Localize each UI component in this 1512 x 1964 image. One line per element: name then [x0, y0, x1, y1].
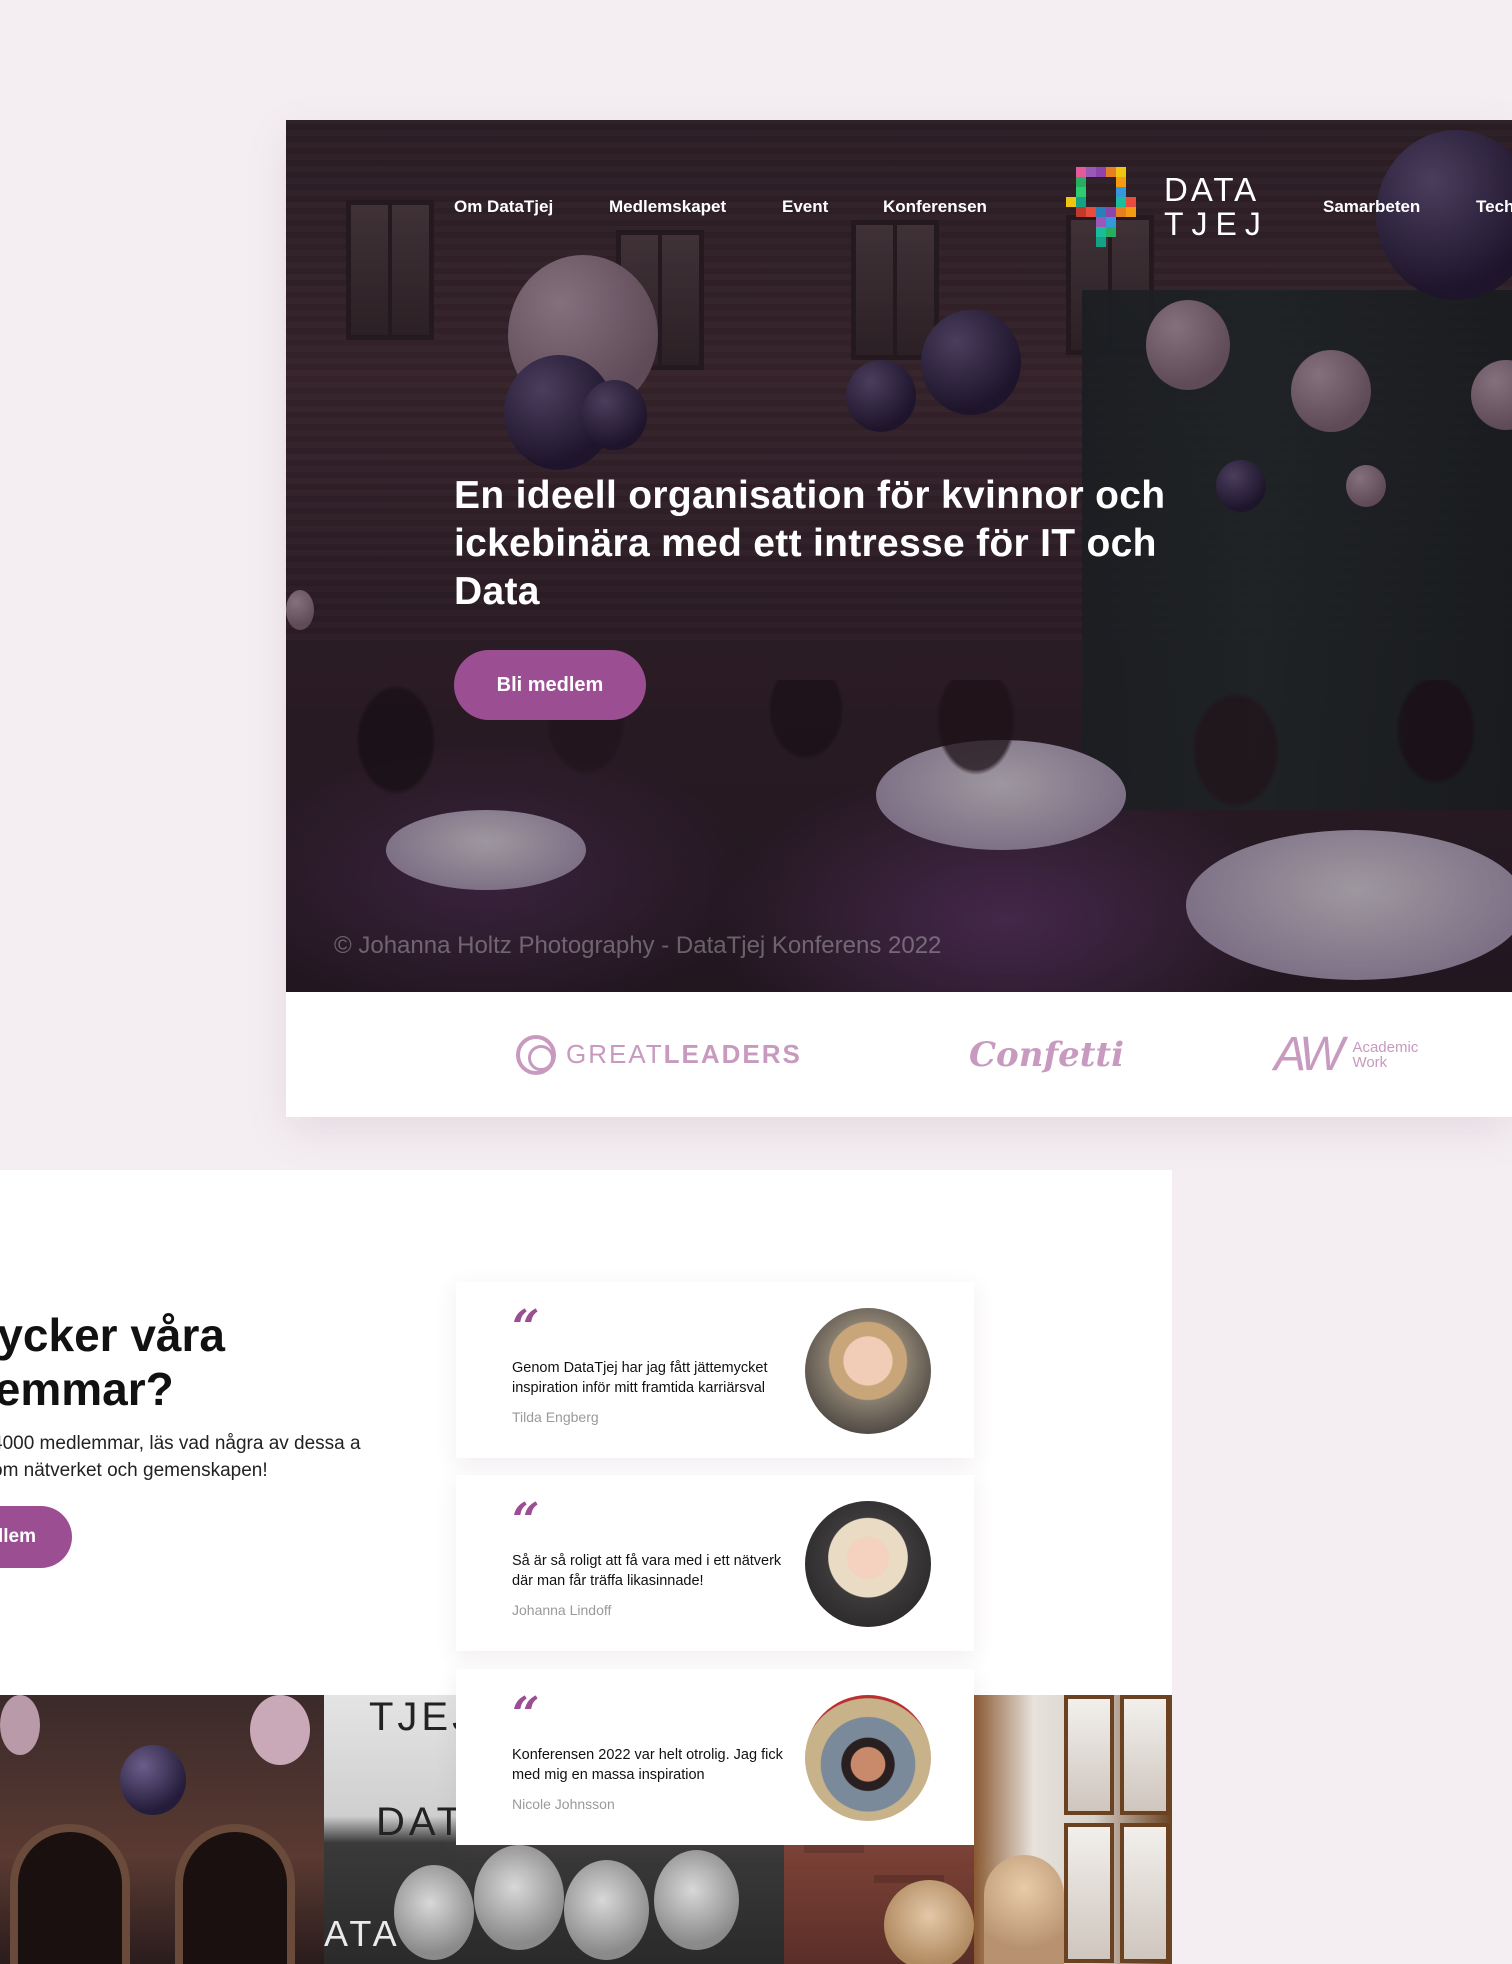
avatar	[805, 1308, 931, 1434]
greatleaders-icon	[516, 1034, 556, 1075]
testimonial-author: Nicole Johnsson	[512, 1796, 615, 1812]
pixel-logo-icon	[1066, 167, 1146, 247]
nav-item-medlemskapet[interactable]: Medlemskapet	[609, 197, 726, 217]
testimonial-text: Konferensen 2022 var helt otrolig. Jag f…	[512, 1747, 783, 1783]
members-join-button[interactable]: dlem	[0, 1506, 72, 1568]
hero-card: Om DataTjej Medlemskapet Event Konferens…	[286, 120, 1512, 1117]
nav-item-tech[interactable]: Tech	[1476, 197, 1512, 217]
nav-item-event[interactable]: Event	[782, 197, 828, 217]
hero-title: En ideell organisation för kvinnor och i…	[454, 474, 1166, 613]
testimonial-card: “ Genom DataTjej har jag fått jättemycke…	[456, 1282, 974, 1458]
hero-banner: Om DataTjej Medlemskapet Event Konferens…	[286, 120, 1512, 992]
gallery-image	[0, 1695, 324, 1964]
testimonial-author: Johanna Lindoff	[512, 1602, 612, 1618]
testimonial-card: “ Konferensen 2022 var helt otrolig. Jag…	[456, 1669, 974, 1845]
greatleaders-wordmark: GREATLEADERS	[566, 1039, 802, 1069]
testimonial-text: Så är så roligt att få vara med i ett nä…	[512, 1553, 782, 1589]
nav-item-samarbeten[interactable]: Samarbeten	[1323, 197, 1420, 217]
datatjej-logo[interactable]: DATA TJEJ	[1066, 167, 1261, 247]
quote-icon: “	[512, 1493, 540, 1549]
nav-item-om-datatjej[interactable]: Om DataTjej	[454, 197, 553, 217]
partner-confetti[interactable]: Confetti	[969, 992, 1124, 1117]
quote-icon: “	[512, 1687, 540, 1743]
main-nav: Om DataTjej Medlemskapet Event Konferens…	[286, 120, 1512, 290]
academic-work-icon: AW	[1274, 1028, 1344, 1081]
confetti-wordmark: Confetti	[969, 1034, 1125, 1075]
members-title: tycker våra lemmar?	[0, 1309, 225, 1415]
testimonial-author: Tilda Engberg	[512, 1409, 599, 1425]
members-section: tycker våra lemmar? 4000 medlemmar, läs …	[0, 1170, 1172, 1964]
join-button[interactable]: Bli medlem	[454, 650, 646, 720]
avatar	[805, 1501, 931, 1627]
gallery-image	[974, 1695, 1172, 1964]
partner-academic-work[interactable]: AW Academic Work	[1274, 992, 1418, 1117]
testimonial-text: Genom DataTjej har jag fått jättemycket …	[512, 1360, 768, 1396]
logo-wordmark: DATA TJEJ	[1164, 171, 1269, 242]
photo-credit: © Johanna Holtz Photography - DataTjej K…	[334, 932, 942, 959]
nav-item-konferensen[interactable]: Konferensen	[883, 197, 987, 217]
members-description: 4000 medlemmar, läs vad några av dessa a…	[0, 1433, 361, 1481]
partner-logos: GREATLEADERS Confetti AW Academic Work	[286, 992, 1512, 1117]
partner-greatleaders[interactable]: GREATLEADERS	[516, 992, 802, 1117]
avatar	[805, 1695, 931, 1821]
quote-icon: “	[512, 1300, 540, 1356]
testimonial-card: “ Så är så roligt att få vara med i ett …	[456, 1475, 974, 1651]
academic-work-wordmark: Academic Work	[1352, 1038, 1419, 1071]
